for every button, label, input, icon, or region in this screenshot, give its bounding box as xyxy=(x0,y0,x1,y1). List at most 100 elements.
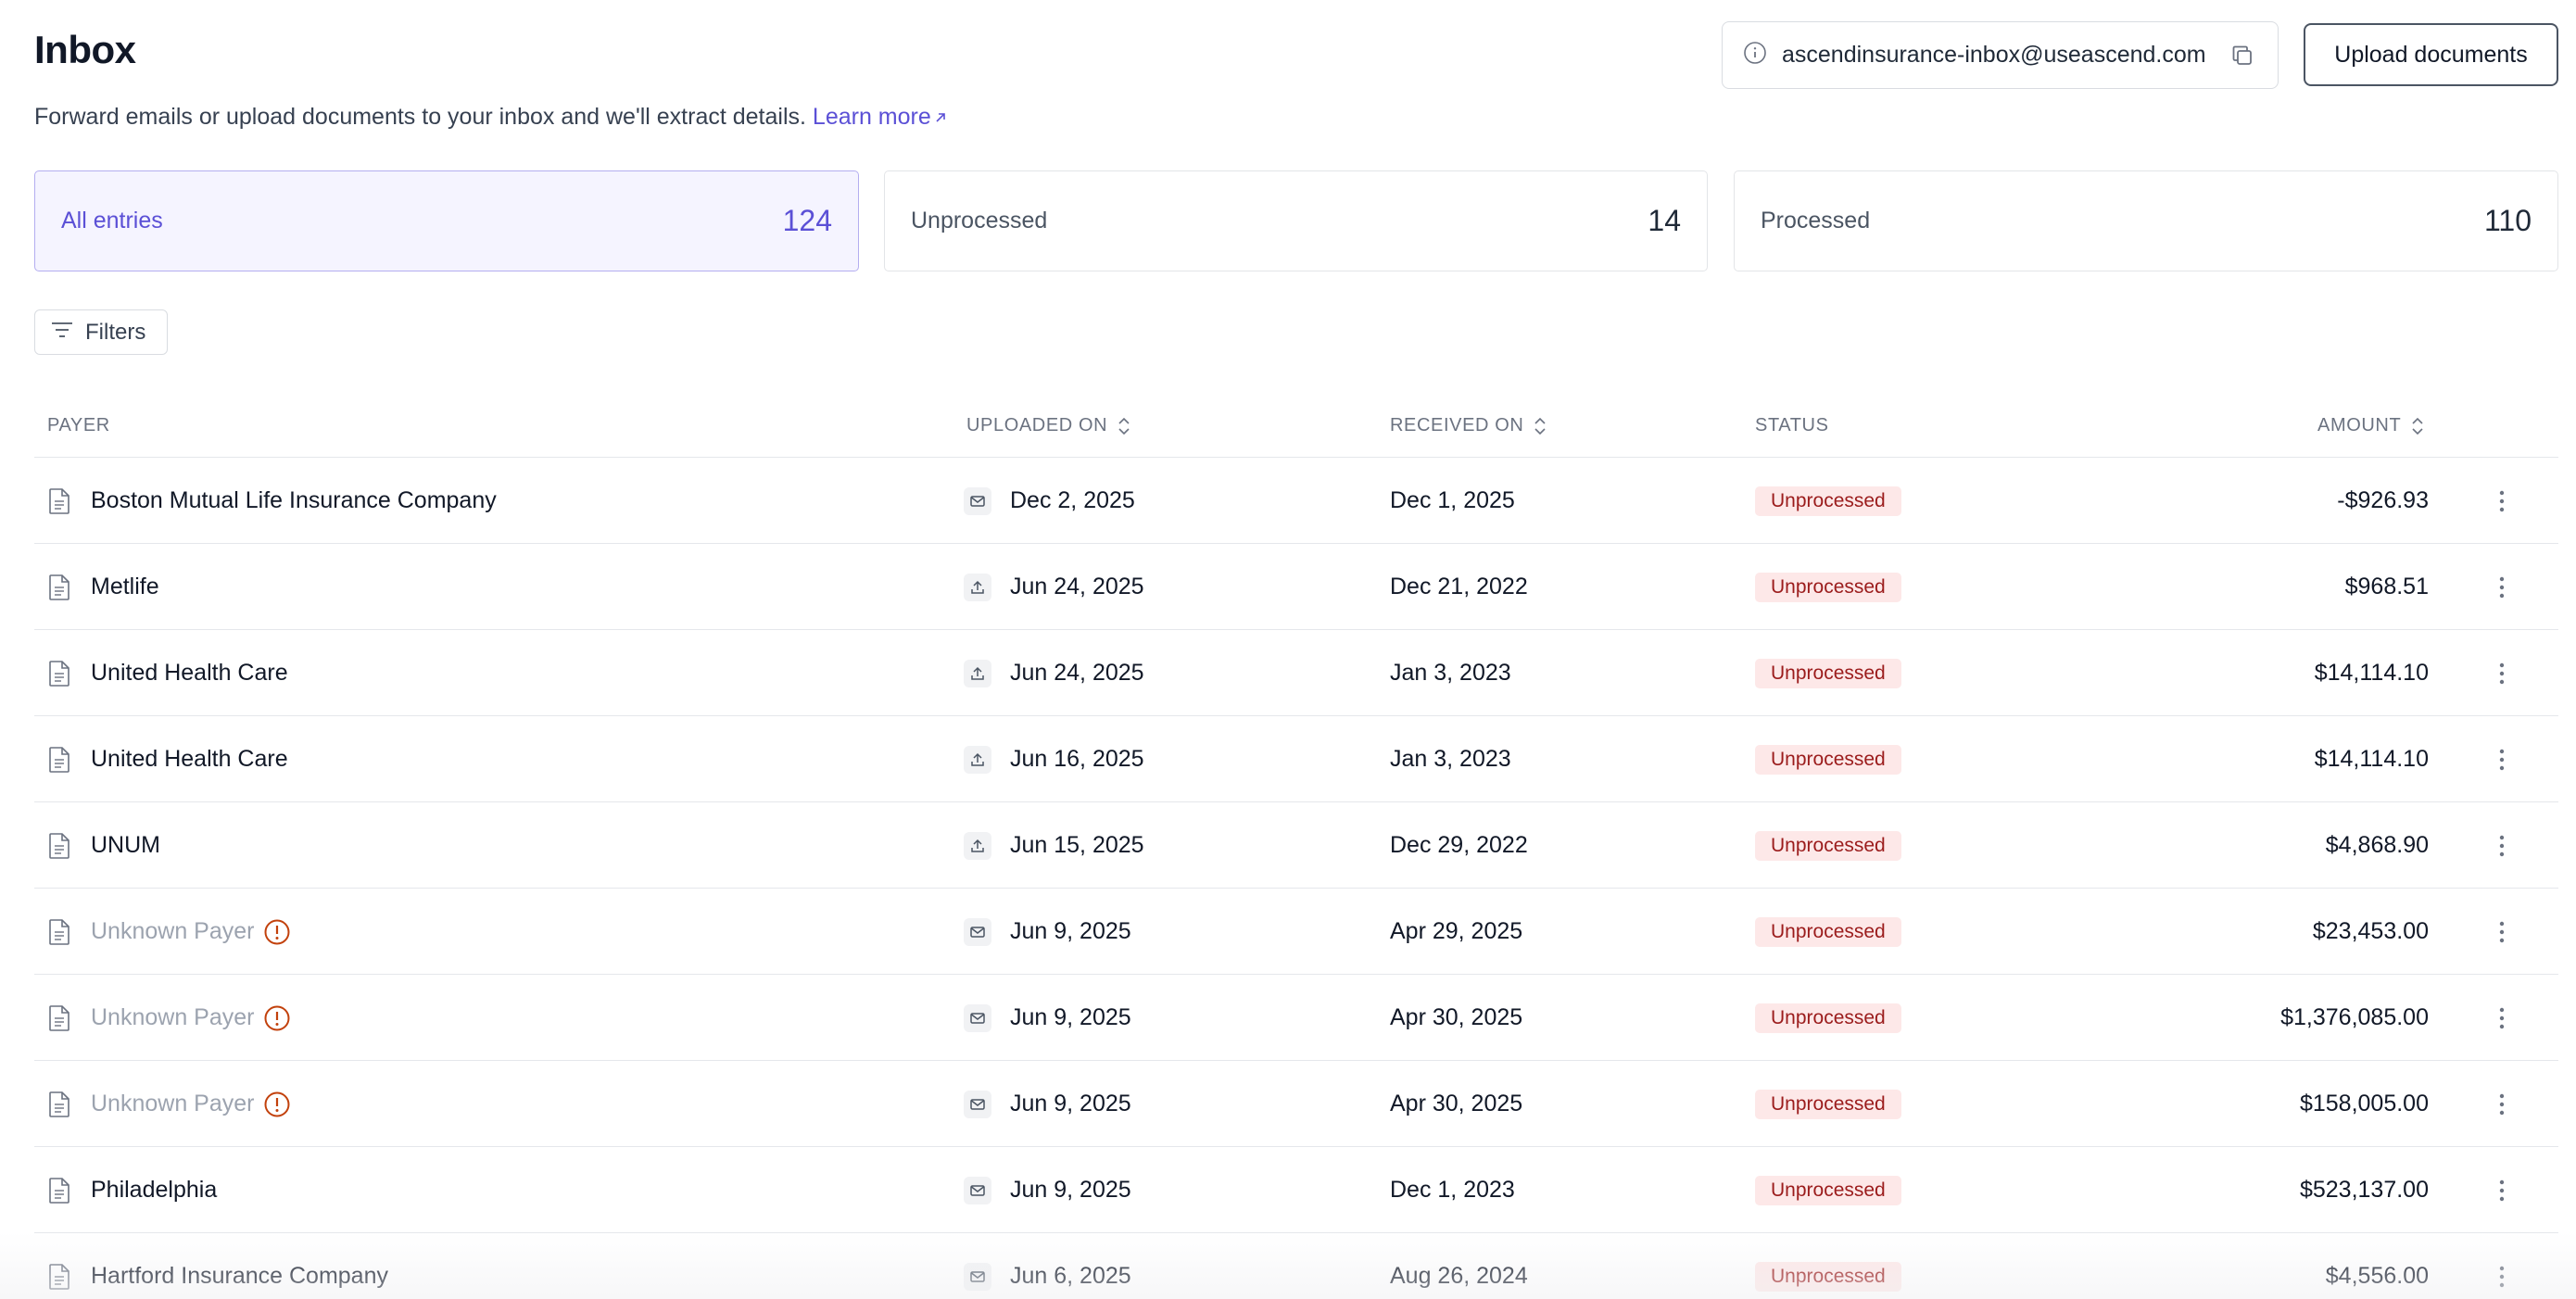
table-row[interactable]: Unknown Payer Jun 9, 2025 Apr 30, 2025 Unpr… xyxy=(34,1061,2558,1147)
payer-name: UNUM xyxy=(91,832,160,858)
payer-name: Boston Mutual Life Insurance Company xyxy=(91,487,497,513)
more-vertical-icon[interactable] xyxy=(2498,1061,2506,1147)
status-cell: Unprocessed xyxy=(1755,975,1901,1061)
table-row[interactable]: United Health Care Jun 24, 2025 Jan 3, 202… xyxy=(34,630,2558,716)
status-badge: Unprocessed xyxy=(1755,744,1901,775)
source-icon-cell xyxy=(964,1147,991,1233)
upload-icon xyxy=(964,745,991,774)
amount: $23,453.00 xyxy=(2312,918,2429,944)
table-row[interactable]: Boston Mutual Life Insurance Company Dec … xyxy=(34,458,2558,544)
payer-name: United Health Care xyxy=(91,746,288,772)
status-badge: Unprocessed xyxy=(1755,1261,1901,1292)
more-vertical-icon[interactable] xyxy=(2498,716,2506,802)
received-on: Dec 29, 2022 xyxy=(1390,832,1528,858)
mail-icon xyxy=(964,486,991,515)
column-uploaded-on[interactable]: UPLOADED ON xyxy=(966,415,1131,436)
table-row[interactable]: Hartford Insurance Company Jun 6, 2025 Aug… xyxy=(34,1233,2558,1299)
more-vertical-icon[interactable] xyxy=(2498,630,2506,716)
alert-circle-icon[interactable] xyxy=(263,1004,291,1032)
payer-name: Unknown Payer xyxy=(91,1091,255,1116)
status-cell: Unprocessed xyxy=(1755,630,1901,716)
more-vertical-icon[interactable] xyxy=(2498,1233,2506,1299)
status-cell: Unprocessed xyxy=(1755,1147,1901,1233)
uploaded-on: Jun 16, 2025 xyxy=(1010,746,1144,772)
table-row[interactable]: Philadelphia Jun 9, 2025 Dec 1, 2023 Unproc… xyxy=(34,1147,2558,1233)
received-on: Aug 26, 2024 xyxy=(1390,1263,1528,1289)
source-icon-cell xyxy=(964,1233,991,1299)
more-vertical-icon[interactable] xyxy=(2498,544,2506,630)
status-cell: Unprocessed xyxy=(1755,1061,1901,1147)
inbox-email-address: ascendinsurance-inbox@useascend.com xyxy=(1782,42,2206,68)
upload-icon xyxy=(964,831,991,860)
mail-icon xyxy=(964,917,991,946)
alert-circle-icon[interactable] xyxy=(263,1091,291,1118)
more-vertical-icon[interactable] xyxy=(2498,975,2506,1061)
payer-cell: UNUM xyxy=(91,802,160,889)
file-text-icon xyxy=(47,458,71,544)
uploaded-on: Jun 6, 2025 xyxy=(1010,1263,1131,1289)
table-row[interactable]: United Health Care Jun 16, 2025 Jan 3, 202… xyxy=(34,716,2558,802)
table-row[interactable]: Unknown Payer Jun 9, 2025 Apr 29, 2025 Unpr… xyxy=(34,889,2558,975)
amount: $968.51 xyxy=(2344,574,2429,599)
payer-cell: Philadelphia xyxy=(91,1147,217,1233)
alert-circle-icon[interactable] xyxy=(263,918,291,946)
tab-unprocessed[interactable]: Unprocessed 14 xyxy=(884,170,1708,271)
more-vertical-icon[interactable] xyxy=(2498,1147,2506,1233)
received-on: Apr 30, 2025 xyxy=(1390,1091,1523,1116)
file-text-icon xyxy=(47,802,71,889)
source-icon-cell xyxy=(964,1061,991,1147)
uploaded-on: Dec 2, 2025 xyxy=(1010,487,1135,513)
column-amount[interactable]: AMOUNT xyxy=(2317,415,2425,436)
mail-icon xyxy=(964,1176,991,1204)
inbox-email-field: ascendinsurance-inbox@useascend.com xyxy=(1722,21,2279,89)
filters-button[interactable]: Filters xyxy=(34,309,168,355)
tab-count: 124 xyxy=(782,204,832,237)
status-cell: Unprocessed xyxy=(1755,716,1901,802)
source-icon-cell xyxy=(964,975,991,1061)
uploaded-on: Jun 9, 2025 xyxy=(1010,918,1131,944)
payer-name: United Health Care xyxy=(91,660,288,686)
mail-icon xyxy=(964,1090,991,1118)
status-cell: Unprocessed xyxy=(1755,1233,1901,1299)
upload-documents-button[interactable]: Upload documents xyxy=(2304,23,2558,86)
column-label: RECEIVED ON xyxy=(1390,415,1524,435)
page-title: Inbox xyxy=(34,28,136,71)
chevrons-up-down-icon[interactable] xyxy=(1533,416,1547,436)
table-row[interactable]: UNUM Jun 15, 2025 Dec 29, 2022 Unprocessed $… xyxy=(34,802,2558,889)
received-on: Dec 1, 2025 xyxy=(1390,487,1515,513)
received-on: Apr 29, 2025 xyxy=(1390,918,1523,944)
payer-cell: United Health Care xyxy=(91,716,288,802)
payer-cell: Boston Mutual Life Insurance Company xyxy=(91,458,497,544)
source-icon-cell xyxy=(964,802,991,889)
received-on: Dec 1, 2023 xyxy=(1390,1177,1515,1203)
arrow-up-right-icon xyxy=(933,105,948,132)
source-icon-cell xyxy=(964,630,991,716)
page-subtitle: Forward emails or upload documents to yo… xyxy=(34,104,948,132)
status-badge: Unprocessed xyxy=(1755,830,1901,861)
source-icon-cell xyxy=(964,716,991,802)
tab-processed[interactable]: Processed 110 xyxy=(1734,170,2558,271)
subtitle-text: Forward emails or upload documents to yo… xyxy=(34,104,806,130)
more-vertical-icon[interactable] xyxy=(2498,802,2506,889)
learn-more-link[interactable]: Learn more xyxy=(813,104,948,130)
status-badge: Unprocessed xyxy=(1755,1175,1901,1205)
chevrons-up-down-icon[interactable] xyxy=(1117,416,1131,436)
status-cell: Unprocessed xyxy=(1755,889,1901,975)
filters-label: Filters xyxy=(85,319,146,345)
amount: $14,114.10 xyxy=(2314,746,2429,772)
tab-all-entries[interactable]: All entries 124 xyxy=(34,170,859,271)
column-payer: PAYER xyxy=(47,415,110,436)
more-vertical-icon[interactable] xyxy=(2498,889,2506,975)
table-row[interactable]: Unknown Payer Jun 9, 2025 Apr 30, 2025 Unpr… xyxy=(34,975,2558,1061)
column-received-on[interactable]: RECEIVED ON xyxy=(1390,415,1547,436)
tab-count: 14 xyxy=(1648,204,1681,237)
file-text-icon xyxy=(47,1061,71,1147)
copy-icon[interactable] xyxy=(2229,43,2255,69)
file-text-icon xyxy=(47,716,71,802)
more-vertical-icon[interactable] xyxy=(2498,458,2506,544)
source-icon-cell xyxy=(964,544,991,630)
table-row[interactable]: Metlife Jun 24, 2025 Dec 21, 2022 Unprocess… xyxy=(34,544,2558,630)
chevrons-up-down-icon[interactable] xyxy=(2410,416,2425,436)
column-label: PAYER xyxy=(47,415,110,435)
upload-icon xyxy=(964,573,991,601)
